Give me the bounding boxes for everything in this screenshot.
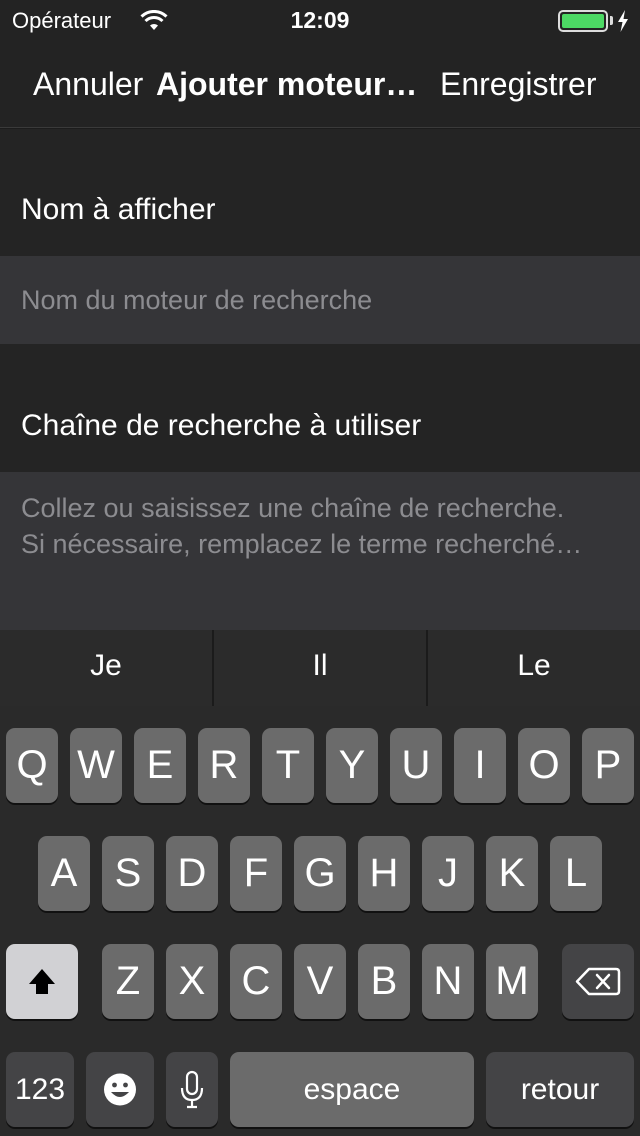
key-o[interactable]: O <box>518 728 570 803</box>
key-x[interactable]: X <box>166 944 218 1019</box>
battery-icon <box>558 10 608 32</box>
search-string-placeholder-line1: Collez ou saisissez une chaîne de recher… <box>21 493 565 523</box>
key-p[interactable]: P <box>582 728 634 803</box>
suggestion-item[interactable]: Je <box>0 630 212 706</box>
key-f[interactable]: F <box>230 836 282 911</box>
display-name-label: Nom à afficher <box>21 193 216 226</box>
suggestion-item[interactable]: Il <box>214 630 426 706</box>
search-string-placeholder-line2: Si nécessaire, remplacez le terme recher… <box>21 529 583 559</box>
key-g[interactable]: G <box>294 836 346 911</box>
page-title: Ajouter moteur… <box>156 66 418 102</box>
key-s[interactable]: S <box>102 836 154 911</box>
key-i[interactable]: I <box>454 728 506 803</box>
suggestion-bar: Je Il Le <box>0 630 640 706</box>
return-key[interactable]: retour <box>486 1052 634 1127</box>
cancel-button[interactable]: Annuler <box>33 66 143 103</box>
key-r[interactable]: R <box>198 728 250 803</box>
key-k[interactable]: K <box>486 836 538 911</box>
backspace-key[interactable] <box>562 944 634 1019</box>
key-t[interactable]: T <box>262 728 314 803</box>
display-name-placeholder: Nom du moteur de recherche <box>21 285 373 315</box>
key-n[interactable]: N <box>422 944 474 1019</box>
search-string-input[interactable]: Collez ou saisissez une chaîne de recher… <box>0 472 640 630</box>
suggestion-item[interactable]: Le <box>428 630 640 706</box>
save-button[interactable]: Enregistrer <box>440 66 597 103</box>
search-engine-form: Nom à afficher Nom du moteur de recherch… <box>0 129 640 630</box>
key-w[interactable]: W <box>70 728 122 803</box>
emoji-key[interactable] <box>86 1052 154 1127</box>
display-name-input[interactable]: Nom du moteur de recherche <box>0 256 640 344</box>
shift-icon <box>29 969 55 994</box>
key-b[interactable]: B <box>358 944 410 1019</box>
key-q[interactable]: Q <box>6 728 58 803</box>
shift-key[interactable] <box>6 944 78 1019</box>
space-key[interactable]: espace <box>230 1052 474 1127</box>
key-v[interactable]: V <box>294 944 346 1019</box>
microphone-key[interactable] <box>166 1052 218 1127</box>
microphone-icon <box>180 1070 204 1109</box>
battery-level <box>562 14 604 28</box>
key-c[interactable]: C <box>230 944 282 1019</box>
search-string-label: Chaîne de recherche à utiliser <box>21 409 422 442</box>
key-h[interactable]: H <box>358 836 410 911</box>
status-bar: Opérateur 12:09 <box>0 0 640 40</box>
key-l[interactable]: L <box>550 836 602 911</box>
battery-cap <box>610 16 613 25</box>
key-d[interactable]: D <box>166 836 218 911</box>
navigation-bar: Annuler Ajouter moteur… Enregistrer <box>0 40 640 128</box>
key-u[interactable]: U <box>390 728 442 803</box>
key-z[interactable]: Z <box>102 944 154 1019</box>
key-a[interactable]: A <box>38 836 90 911</box>
key-j[interactable]: J <box>422 836 474 911</box>
key-y[interactable]: Y <box>326 728 378 803</box>
key-m[interactable]: M <box>486 944 538 1019</box>
backspace-icon <box>575 967 621 996</box>
emoji-icon <box>104 1073 136 1106</box>
numbers-key[interactable]: 123 <box>6 1052 74 1127</box>
status-time: 12:09 <box>290 7 350 33</box>
key-e[interactable]: E <box>134 728 186 803</box>
keyboard: Je Il Le Q W E R T Y U I O P A S D F G H… <box>0 630 640 1136</box>
charging-bolt-icon <box>618 10 628 32</box>
